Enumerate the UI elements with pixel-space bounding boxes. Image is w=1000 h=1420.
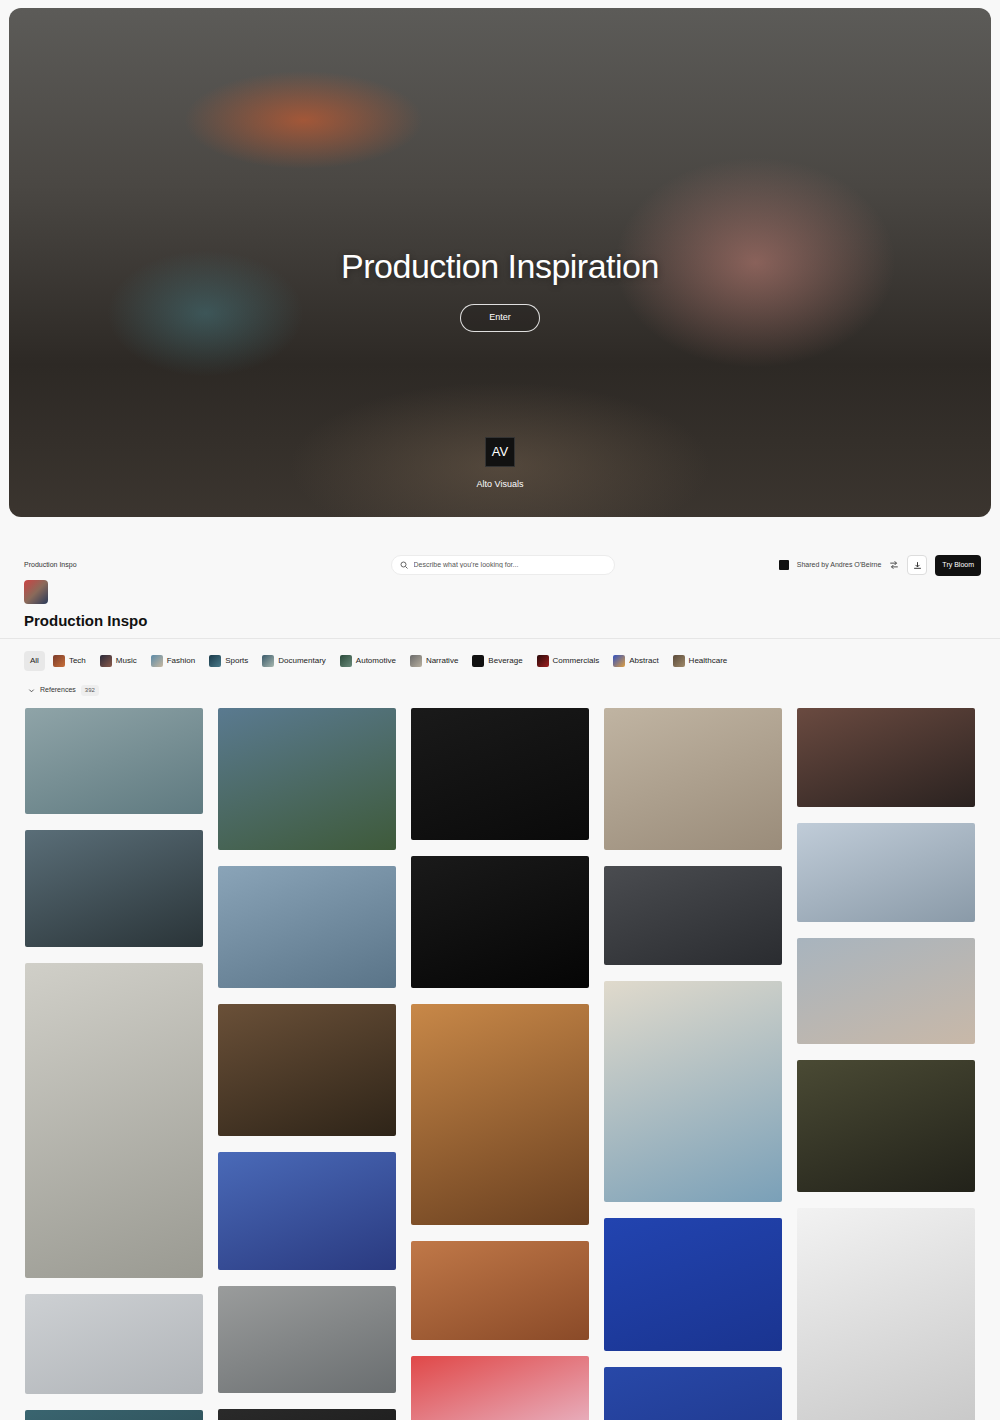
filter-label: Beverage xyxy=(488,655,522,667)
filter-label: Narrative xyxy=(426,655,458,667)
reference-tile[interactable] xyxy=(411,1241,589,1340)
category-icon xyxy=(673,655,685,667)
reference-tile[interactable] xyxy=(218,1286,396,1393)
category-icon xyxy=(410,655,422,667)
enter-button[interactable]: Enter xyxy=(460,304,540,332)
reference-tile[interactable] xyxy=(25,963,203,1278)
search-field xyxy=(391,555,615,575)
reference-grid xyxy=(0,696,1000,1420)
download-icon xyxy=(913,561,922,570)
reference-tile[interactable] xyxy=(604,708,782,850)
grid-column xyxy=(604,708,782,1420)
chevron-icon xyxy=(28,687,35,694)
filter-chip[interactable]: Narrative xyxy=(404,651,464,671)
filter-chip[interactable]: Sports xyxy=(203,651,254,671)
collection-title: Production Inspo xyxy=(24,612,1000,630)
filter-label: Sports xyxy=(225,655,248,667)
grid-column xyxy=(797,708,975,1420)
category-icon xyxy=(209,655,221,667)
reference-tile[interactable] xyxy=(218,866,396,988)
filter-label: Abstract xyxy=(629,655,658,667)
grid-column xyxy=(411,708,589,1420)
filter-label: Music xyxy=(116,655,137,667)
reference-tile[interactable] xyxy=(218,1004,396,1136)
reference-tile[interactable] xyxy=(797,708,975,807)
filter-chip[interactable]: Abstract xyxy=(607,651,664,671)
reference-tile[interactable] xyxy=(25,1294,203,1394)
references-count: 392 xyxy=(81,685,99,696)
reference-tile[interactable] xyxy=(411,856,589,988)
category-icon xyxy=(151,655,163,667)
filter-label: Fashion xyxy=(167,655,195,667)
hero: Production Inspiration Enter AV Alto Vis… xyxy=(9,8,991,517)
reference-tile[interactable] xyxy=(797,938,975,1044)
share-area: Shared by Andres O'Beirne Try Bloom xyxy=(615,555,982,576)
filter-chip[interactable]: Tech xyxy=(47,651,92,671)
reference-tile[interactable] xyxy=(797,1060,975,1192)
filter-chip[interactable]: Fashion xyxy=(145,651,201,671)
collection-thumbnail xyxy=(24,580,48,604)
references-label: References xyxy=(40,685,76,696)
reference-tile[interactable] xyxy=(25,708,203,814)
filter-chip[interactable]: Music xyxy=(94,651,143,671)
category-icon xyxy=(472,655,484,667)
brand-name: Alto Visuals xyxy=(477,478,524,492)
reference-tile[interactable] xyxy=(604,981,782,1202)
filter-label: Healthcare xyxy=(689,655,728,667)
search-icon xyxy=(400,561,408,569)
shared-by: Shared by Andres O'Beirne xyxy=(797,560,882,571)
filter-label: Tech xyxy=(69,655,86,667)
reference-tile[interactable] xyxy=(218,1409,396,1420)
reference-tile[interactable] xyxy=(604,866,782,965)
category-icon xyxy=(53,655,65,667)
category-icon xyxy=(100,655,112,667)
filter-label: Documentary xyxy=(278,655,326,667)
filter-label: All xyxy=(30,655,39,667)
top-bar: Production Inspo Shared by Andres O'Beir… xyxy=(0,517,1000,576)
filter-chip[interactable]: Beverage xyxy=(466,651,528,671)
filter-bar: All Tech Music Fashion Sports Documentary Auto… xyxy=(0,639,1000,671)
reference-tile[interactable] xyxy=(411,1004,589,1225)
reference-tile[interactable] xyxy=(25,1410,203,1420)
reference-tile[interactable] xyxy=(797,1208,975,1420)
brand-logo: AV xyxy=(485,437,515,467)
reference-tile[interactable] xyxy=(25,830,203,947)
avatar-icon xyxy=(779,560,789,570)
reference-tile[interactable] xyxy=(797,823,975,922)
filter-chip[interactable]: Documentary xyxy=(256,651,332,671)
category-icon xyxy=(340,655,352,667)
grid-column xyxy=(218,708,396,1420)
filter-chip[interactable]: Healthcare xyxy=(667,651,734,671)
search-input[interactable] xyxy=(412,559,606,572)
reference-tile[interactable] xyxy=(604,1218,782,1351)
reference-tile[interactable] xyxy=(218,708,396,850)
hero-title: Production Inspiration xyxy=(341,246,659,286)
try-bloom-button[interactable]: Try Bloom xyxy=(935,555,981,576)
category-icon xyxy=(537,655,549,667)
download-button[interactable] xyxy=(907,555,927,575)
breadcrumb[interactable]: Production Inspo xyxy=(24,560,391,571)
filter-label: Automotive xyxy=(356,655,396,667)
reference-tile[interactable] xyxy=(218,1152,396,1270)
reference-tile[interactable] xyxy=(411,1356,589,1420)
grid-column xyxy=(25,708,203,1420)
category-icon xyxy=(262,655,274,667)
filter-label: Commercials xyxy=(553,655,600,667)
category-icon xyxy=(613,655,625,667)
filter-chip[interactable]: All xyxy=(24,651,45,671)
filter-chip[interactable]: Automotive xyxy=(334,651,402,671)
reference-tile[interactable] xyxy=(411,708,589,840)
references-toggle[interactable]: References 392 xyxy=(0,671,1000,696)
swap-icon[interactable] xyxy=(889,560,899,570)
reference-tile[interactable] xyxy=(604,1367,782,1420)
filter-chip[interactable]: Commercials xyxy=(531,651,606,671)
